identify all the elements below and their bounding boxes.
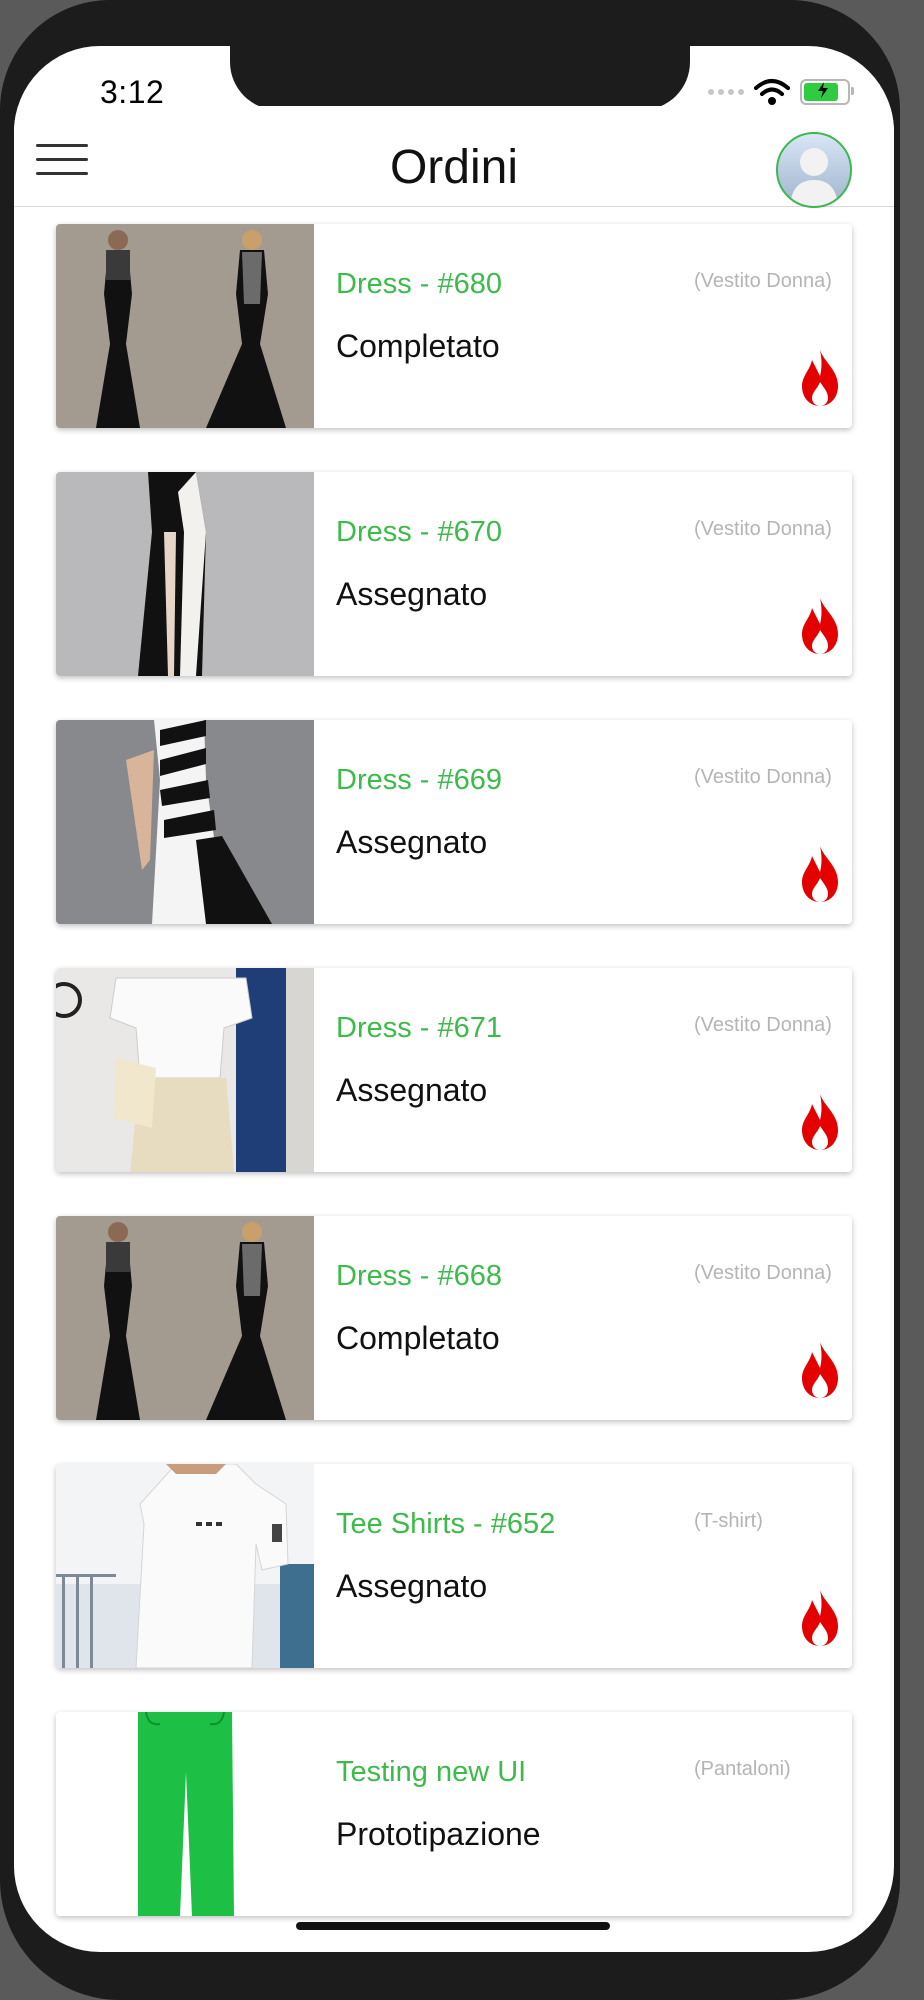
order-card[interactable]: Testing new UI (Pantaloni) Prototipazion… <box>56 1712 852 1916</box>
order-thumbnail <box>56 472 314 676</box>
wifi-icon <box>754 78 790 106</box>
order-status: Assegnato <box>336 576 488 612</box>
order-title: Testing new UI <box>336 1756 527 1788</box>
order-category: (T-shirt) <box>694 1510 763 1532</box>
order-status: Assegnato <box>336 1568 488 1604</box>
order-title: Dress - #671 <box>336 1012 503 1044</box>
order-thumbnail <box>56 968 314 1172</box>
status-bar-icons <box>708 78 854 106</box>
home-indicator[interactable] <box>296 1922 610 1930</box>
order-card[interactable]: Dress - #670 (Vestito Donna) Assegnato <box>56 472 852 676</box>
order-category: (Pantaloni) <box>694 1758 791 1780</box>
hot-priority-flame-icon <box>798 844 842 904</box>
order-title: Dress - #669 <box>336 764 503 796</box>
order-status: Assegnato <box>336 824 488 860</box>
order-card[interactable]: Dress - #668 (Vestito Donna) Completato <box>56 1216 852 1420</box>
phone-bezel: 3:12 Ordini Dress - #680 (Vestito Donna)… <box>0 0 900 2000</box>
order-thumbnail <box>56 1216 314 1420</box>
order-card[interactable]: Dress - #680 (Vestito Donna) Completato <box>56 224 852 428</box>
hot-priority-flame-icon <box>798 1092 842 1152</box>
hot-priority-flame-icon <box>798 596 842 656</box>
battery-icon <box>800 79 854 105</box>
hot-priority-flame-icon <box>798 1340 842 1400</box>
order-status: Prototipazione <box>336 1816 541 1852</box>
order-category: (Vestito Donna) <box>694 1014 832 1036</box>
page-title: Ordini <box>389 141 519 194</box>
charging-bolt-icon <box>818 82 828 98</box>
phone-screen: 3:12 Ordini Dress - #680 (Vestito Donna)… <box>14 46 894 1952</box>
hot-priority-flame-icon <box>798 1588 842 1648</box>
order-category: (Vestito Donna) <box>694 1262 832 1284</box>
order-status: Completato <box>336 1320 500 1356</box>
order-category: (Vestito Donna) <box>694 766 832 788</box>
order-title: Dress - #680 <box>336 268 503 300</box>
hot-priority-flame-icon <box>798 348 842 408</box>
order-title: Tee Shirts - #652 <box>336 1508 556 1540</box>
order-card[interactable]: Tee Shirts - #652 (T-shirt) Assegnato <box>56 1464 852 1668</box>
navigation-bar: Ordini <box>14 106 894 208</box>
order-thumbnail <box>56 720 314 924</box>
order-card[interactable]: Dress - #669 (Vestito Donna) Assegnato <box>56 720 852 924</box>
order-card[interactable]: Dress - #671 (Vestito Donna) Assegnato <box>56 968 852 1172</box>
order-status: Assegnato <box>336 1072 488 1108</box>
order-category: (Vestito Donna) <box>694 518 832 540</box>
order-title: Dress - #668 <box>336 1260 503 1292</box>
order-thumbnail <box>56 1464 314 1668</box>
order-status: Completato <box>336 328 500 364</box>
order-thumbnail <box>56 1712 314 1916</box>
order-thumbnail <box>56 224 314 428</box>
user-avatar-icon[interactable] <box>776 132 852 208</box>
order-category: (Vestito Donna) <box>694 270 832 292</box>
order-title: Dress - #670 <box>336 516 503 548</box>
cellular-signal-icon <box>708 89 744 95</box>
phone-notch <box>230 46 690 110</box>
